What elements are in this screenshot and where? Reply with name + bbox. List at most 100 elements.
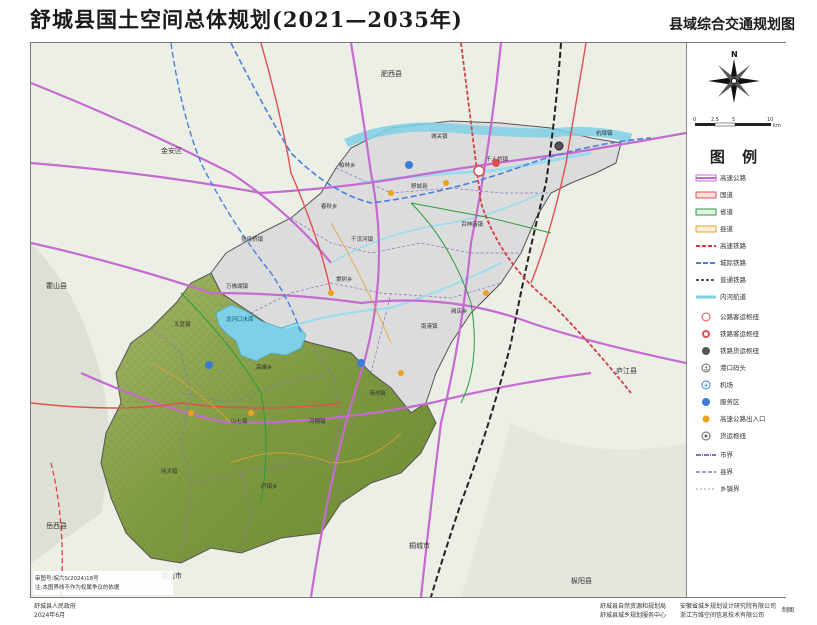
footer: 舒城县人民政府 2024年6月 舒城县自然资源和规划局 舒城县城乡规划服务中心 …	[0, 598, 817, 625]
legend-label-freight: 货运枢纽	[720, 432, 746, 440]
legend-item-service: 服务区	[695, 395, 785, 409]
map-canvas[interactable]: 肥西县 金安区 霍山县 庐江县 桐城市 岳西县 潜山市 枞阳县 杭埠镇 柏林乡 …	[31, 43, 686, 597]
label-town-ganchahe: 干汊河镇	[351, 235, 374, 243]
railway-line-icon	[696, 279, 716, 281]
legend-item-county-border: 县界	[695, 465, 785, 479]
rail-freight-hub-icon	[702, 347, 710, 355]
label-jinan: 金安区	[161, 146, 182, 155]
scale-0: 0	[693, 117, 696, 123]
port-icon: ⚓	[701, 363, 711, 373]
label-town-nangang: 南港镇	[421, 322, 438, 330]
freight-hub-icon	[701, 431, 711, 441]
label-town-quedian: 阙店乡	[451, 307, 468, 315]
expressway-exit-icon	[702, 415, 710, 423]
legend-item-bus-hub: 公路客运枢纽	[695, 310, 785, 324]
legend-item-rail-freight: 铁路货运枢纽	[695, 344, 785, 358]
boundary-note: 注:本图界线不作为权属争议的依据	[35, 583, 120, 591]
city-boundary-line-icon	[696, 454, 716, 456]
legend-label-waterway: 内河航道	[720, 293, 746, 301]
legend-label-railway: 普通铁路	[720, 276, 746, 284]
scale-unit: km	[773, 123, 781, 129]
label-reservoir: 龙河口水库	[226, 315, 254, 323]
intercity-rail-line-icon	[696, 262, 716, 264]
legend-title: 图 例	[709, 148, 764, 166]
legend-item-railway: 普通铁路	[695, 273, 785, 287]
label-town-chunqiu: 春秋乡	[321, 202, 338, 210]
county-boundary-line-icon	[696, 471, 716, 473]
label-town-zhangmuqiao: 张母桥镇	[241, 235, 264, 243]
approval-number: 审图号:皖六S(2024)18号	[35, 574, 99, 582]
legend-item-national: 国道	[695, 188, 785, 202]
highway-line-icon	[695, 174, 717, 182]
label-town-hangbu: 杭埠镇	[596, 129, 613, 137]
legend-label-service: 服务区	[720, 398, 740, 406]
rail-passenger-hub-icon	[702, 330, 710, 338]
county-road-line-icon	[695, 225, 717, 233]
legend-label-airport: 机场	[720, 381, 733, 389]
legend-label-provincial: 省道	[720, 208, 733, 216]
legend-item-airport: ✈ 机场	[695, 378, 785, 392]
legend-item-highway: 高速公路	[695, 171, 785, 185]
expressway-exit-icon	[248, 410, 254, 416]
legend-label-rail-freight: 铁路货运枢纽	[720, 347, 759, 355]
footer-org-line-1: 舒城县人民政府	[34, 603, 77, 610]
north-label: N	[731, 50, 738, 59]
label-town-tangshu: 棠树乡	[336, 275, 353, 283]
national-road-line-icon	[695, 191, 717, 199]
label-town-baishenmiao: 百神庙镇	[461, 220, 484, 228]
label-town-qianrenqiao: 千人桥镇	[486, 155, 509, 163]
bus-hub-icon	[473, 165, 485, 177]
high-speed-rail-line-icon	[696, 245, 716, 247]
label-town-wanfohu: 万佛湖镇	[226, 282, 249, 290]
legend-label-county-border: 县界	[720, 468, 733, 476]
label-lujiang: 庐江县	[616, 366, 637, 375]
page-title: 舒城县国土空间总体规划(2021—2035年)	[30, 7, 463, 32]
label-town-wuxian: 五显镇	[174, 320, 191, 328]
expressway-exit-icon	[328, 290, 334, 296]
legend-label-port: 港口码头	[720, 364, 746, 372]
label-town-bailin: 柏林乡	[339, 161, 356, 169]
legend-item-county: 县道	[695, 222, 785, 236]
label-town-gaofeng: 高峰乡	[256, 363, 273, 371]
label-zongyang: 枞阳县	[571, 576, 592, 585]
waterway-line-icon	[696, 295, 716, 299]
legend-label-town-border: 乡镇界	[720, 485, 740, 493]
label-town-tangchi: 汤池镇	[369, 389, 386, 397]
airport-icon: ✈	[701, 380, 711, 390]
legend-item-port: ⚓ 港口码头	[695, 361, 785, 375]
legend-item-provincial: 省道	[695, 205, 785, 219]
footer-stamp: 制图	[782, 607, 795, 614]
provincial-road-line-icon	[695, 208, 717, 216]
legend-label-intercity: 城际铁路	[720, 259, 746, 267]
expressway-exit-icon	[388, 190, 394, 196]
township-boundary-line-icon	[696, 488, 716, 490]
footer-org-line-2: 2024年6月	[34, 612, 66, 619]
expressway-exit-icon	[188, 410, 194, 416]
legend-label-rail-hub: 铁路客运枢纽	[720, 330, 759, 338]
service-area-icon	[702, 398, 710, 406]
legend-label-hsr: 高速铁路	[720, 242, 746, 250]
legend-label-highway: 高速公路	[720, 174, 746, 182]
scale-2: 5	[732, 117, 735, 123]
expressway-exit-icon	[483, 290, 489, 296]
svg-text:✈: ✈	[704, 383, 709, 390]
label-town-chengguan: 城关镇	[431, 132, 448, 140]
compass-rose: N 0 2.5 5 10 km	[693, 50, 781, 129]
legend-panel: N 0 2.5 5 10 km 图 例 高速公路 国道 省道 县道 高速铁路 城…	[686, 43, 786, 597]
map-svg: 肥西县 金安区 霍山县 庐江县 桐城市 岳西县 潜山市 枞阳县 杭埠镇 柏林乡 …	[31, 43, 686, 597]
svg-text:⚓: ⚓	[704, 366, 709, 373]
legend-label-county: 县道	[720, 225, 733, 233]
legend-label-city-border: 市界	[720, 451, 733, 459]
legend-label-exit: 高速公路出入口	[720, 415, 766, 423]
legend-item-rail-hub: 铁路客运枢纽	[695, 327, 785, 341]
service-area-icon	[205, 361, 213, 369]
footer-right-line-2: 浙江万维空间信息技术有限公司	[680, 612, 765, 619]
legend-label-bus-hub: 公路客运枢纽	[720, 313, 759, 321]
expressway-exit-icon	[398, 370, 404, 376]
legend-item-freight: 货运枢纽	[695, 429, 785, 443]
label-town-shucheng: 舒城县	[411, 182, 428, 190]
legend-item-exit: 高速公路出入口	[695, 412, 785, 426]
label-yuexi: 岳西县	[46, 522, 67, 530]
footer-right-line-1: 安徽省城乡规划设计研究院有限公司	[680, 603, 777, 610]
label-town-hepeng: 河棚镇	[309, 417, 326, 425]
